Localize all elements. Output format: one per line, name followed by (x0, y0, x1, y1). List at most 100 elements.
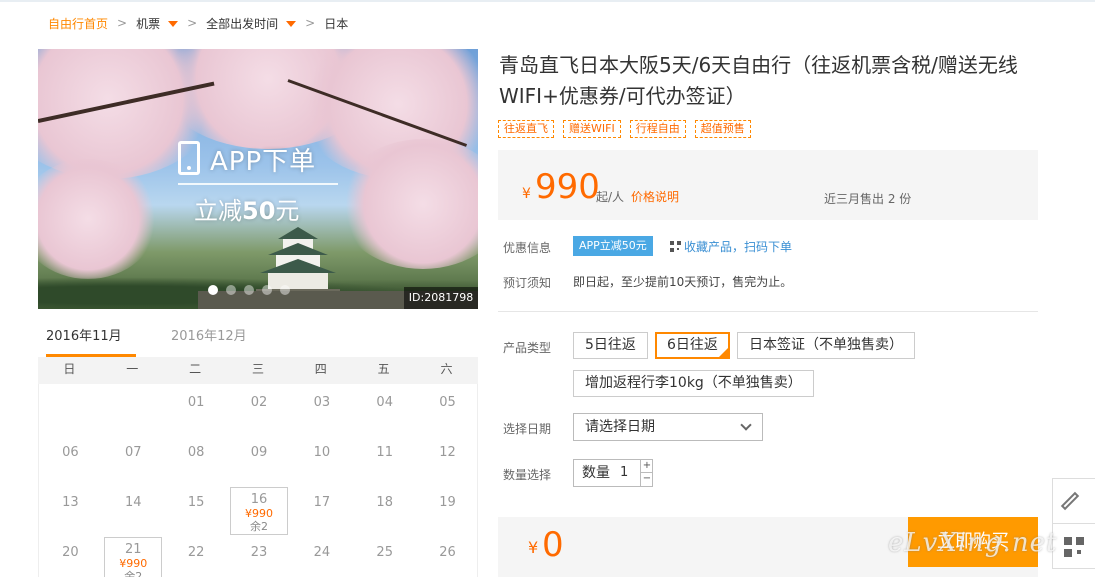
quantity-increase-button[interactable]: + (640, 460, 653, 473)
calendar-month-tabs: 2016年11月 2016年12月 (38, 324, 478, 357)
calendar-day: 09 (230, 437, 288, 485)
carousel-dots (208, 285, 298, 295)
price-currency: ¥ (522, 186, 531, 202)
calendar-day: 05 (419, 387, 477, 435)
app-promo-divider (178, 183, 338, 185)
app-promo-amount: 50 (242, 197, 276, 225)
tag-badge: 赠送WIFI (563, 120, 621, 138)
carousel-dot-5[interactable] (280, 285, 290, 295)
quantity-input[interactable]: 1 (620, 460, 628, 486)
calendar-day-number: 22 (187, 545, 205, 560)
carousel-dot-1[interactable] (208, 285, 218, 295)
calendar-day-number: 25 (376, 545, 393, 560)
qr-code-button[interactable] (1052, 523, 1095, 569)
tag-badge: 行程自由 (629, 120, 686, 138)
app-promo-prefix: 立减 (194, 197, 242, 225)
calendar-day-number: 20 (62, 545, 79, 560)
calendar-day: 08 (167, 437, 225, 485)
calendar-day: 23 (230, 537, 288, 577)
calendar-day-number: 12 (439, 445, 456, 460)
qr-code-icon (670, 241, 681, 252)
calendar-day-number: 13 (62, 495, 79, 510)
notice-label: 预订须知 (503, 276, 552, 290)
qr-code-icon (1064, 537, 1084, 557)
total-currency: ¥ (528, 538, 539, 557)
quantity-stepper: 数量 1 + − (573, 459, 653, 487)
calendar-day-number: 01 (187, 395, 205, 410)
breadcrumb-flight-dropdown[interactable]: 机票 (136, 15, 179, 32)
chevron-down-icon (740, 419, 752, 431)
calendar-day-number: 07 (125, 445, 142, 460)
calendar-day-remaining: 余2 (250, 520, 268, 533)
calendar-day-number: 14 (125, 495, 142, 510)
calendar-day: 26 (419, 537, 477, 577)
date-label: 选择日期 (503, 422, 552, 436)
price-unit: 起/人 (596, 190, 625, 204)
breadcrumb-departure-label: 全部出发时间 (206, 16, 279, 31)
tab-month-nov[interactable]: 2016年11月 (46, 324, 136, 357)
calendar-day: 24 (293, 537, 351, 577)
calendar-day[interactable]: 21 ¥990 余2 (104, 537, 163, 577)
calendar-day: 04 (356, 387, 414, 435)
breadcrumb-separator-icon: > (187, 16, 198, 30)
caret-down-icon (168, 21, 179, 27)
calendar-day-number: 21 (125, 542, 142, 557)
weekday-label: 四 (314, 362, 327, 376)
collect-scan-link[interactable]: 收藏产品，扫码下单 (670, 238, 792, 255)
calendar-day-number: 05 (439, 395, 456, 410)
weekday-label: 日 (63, 362, 76, 376)
price-amount: 990 (535, 167, 600, 207)
calendar-day-number: 16 (250, 492, 268, 507)
type-option-5day[interactable]: 5日往返 (573, 332, 648, 359)
calendar-day-number: 08 (187, 445, 205, 460)
calendar-day: 15 (167, 487, 225, 535)
breadcrumb-departure-dropdown[interactable]: 全部出发时间 (206, 15, 297, 32)
pencil-icon (1060, 491, 1080, 511)
price-explain-link[interactable]: 价格说明 (631, 188, 679, 205)
calendar-day-number: 10 (313, 445, 331, 460)
tab-month-dec[interactable]: 2016年12月 (171, 324, 247, 357)
weekday-label: 三 (251, 362, 264, 376)
calendar-day-number: 17 (313, 495, 331, 510)
type-option-visa[interactable]: 日本签证（不单独售卖） (737, 332, 915, 359)
date-select[interactable]: 请选择日期 (573, 413, 763, 441)
price-panel: ¥ 990 起/人 价格说明 近三月售出 2 份 (498, 150, 1038, 220)
app-promo-suffix: 元 (275, 197, 300, 225)
weekday-label: 五 (377, 362, 390, 376)
calendar-day: 25 (356, 537, 414, 577)
promo-badge: APP立减50元 (573, 236, 653, 256)
calendar-day-number: 15 (187, 495, 205, 510)
product-image-carousel[interactable]: APP下单 立减50元 ID:2081798 (38, 49, 478, 309)
breadcrumb-flight-label: 机票 (136, 16, 161, 31)
feedback-button[interactable] (1052, 478, 1095, 524)
calendar-day: 11 (356, 437, 414, 485)
collect-scan-label: 收藏产品，扫码下单 (684, 240, 793, 254)
type-option-6day[interactable]: 6日往返 (655, 332, 730, 359)
product-title: 青岛直飞日本大阪5天/6天自由行（往返机票含税/赠送无线WIFI+优惠券/可代办… (499, 53, 1018, 108)
calendar-day-number: 24 (313, 545, 331, 560)
calendar-day: 17 (293, 487, 351, 535)
calendar-day: 06 (41, 437, 99, 485)
quantity-decrease-button[interactable]: − (640, 473, 653, 486)
app-promo-subtitle: 立减50元 (194, 191, 299, 226)
calendar-day: 13 (41, 487, 99, 535)
calendar-day[interactable]: 16 ¥990 余2 (230, 487, 288, 535)
date-select-placeholder: 请选择日期 (585, 419, 655, 435)
carousel-dot-3[interactable] (244, 285, 254, 295)
carousel-dot-2[interactable] (226, 285, 236, 295)
calendar-day-price: ¥990 (245, 507, 273, 520)
calendar-day-number: 02 (250, 395, 268, 410)
weekday-label: 六 (440, 362, 453, 376)
breadcrumb-destination: 日本 (324, 16, 349, 31)
tag-badge: 往返直飞 (498, 120, 554, 138)
top-border (0, 0, 1095, 2)
calendar-day-number: 26 (439, 545, 456, 560)
breadcrumb-home[interactable]: 自由行首页 (48, 15, 108, 32)
calendar-grid: 01 02 03 04 05 06 07 08 09 10 11 12 13 14 15 16 ¥990 余2 17… (38, 384, 478, 577)
carousel-dot-4[interactable] (262, 285, 272, 295)
calendar-day-remaining: 余2 (124, 570, 143, 577)
sold-count: 近三月售出 2 份 (824, 192, 912, 206)
calendar-day: 22 (167, 537, 225, 577)
type-option-luggage[interactable]: 增加返程行李10kg（不单独售卖） (573, 370, 814, 397)
quantity-label: 数量选择 (503, 468, 552, 482)
